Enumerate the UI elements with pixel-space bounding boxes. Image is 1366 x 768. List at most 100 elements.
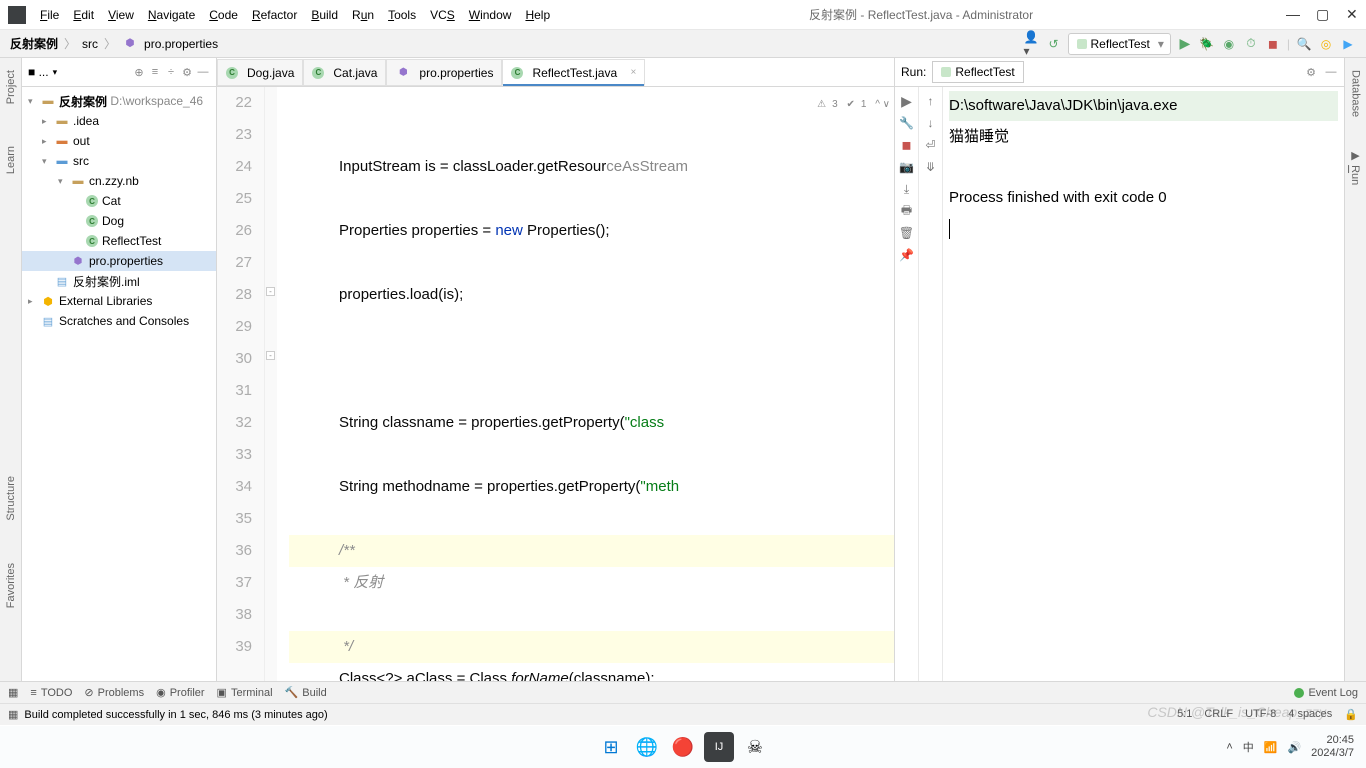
- run-side-tab[interactable]: ▶ Run: [1349, 143, 1362, 191]
- breadcrumb-folder[interactable]: src: [82, 37, 98, 51]
- ime-icon[interactable]: 中: [1243, 739, 1254, 755]
- favorites-tab[interactable]: Favorites: [5, 557, 17, 614]
- run-config-selector[interactable]: ReflectTest: [1068, 33, 1171, 55]
- fold-gutter[interactable]: - -: [265, 87, 277, 681]
- menu-run[interactable]: Run: [346, 6, 380, 24]
- stop-button[interactable]: ◼: [1265, 36, 1281, 52]
- database-tab[interactable]: Database: [1350, 64, 1362, 123]
- project-tab[interactable]: Project: [5, 64, 17, 110]
- breadcrumb[interactable]: 反射案例 〉 src 〉 ⬢ pro.properties: [0, 35, 218, 52]
- todo-tab[interactable]: ≡ TODO: [30, 687, 72, 699]
- tab-dog[interactable]: CDog.java: [217, 59, 303, 86]
- run-output[interactable]: D:\software\Java\JDK\bin\java.exe猫猫睡觉 Pr…: [943, 87, 1344, 681]
- up-icon[interactable]: ↑: [923, 93, 939, 109]
- user-icon[interactable]: 👤▾: [1024, 36, 1040, 52]
- close-tab-icon[interactable]: ×: [631, 67, 637, 78]
- game-icon[interactable]: ☠: [740, 732, 770, 762]
- menu-view[interactable]: View: [102, 6, 140, 24]
- tree-scratches[interactable]: ▤Scratches and Consoles: [22, 311, 216, 331]
- menu-build[interactable]: Build: [305, 6, 344, 24]
- rerun-icon[interactable]: ▶: [899, 93, 915, 109]
- windows-taskbar[interactable]: ⊞ 🌐 🔴 IJ ☠ ˄ 中 📶 🔊 20:452024/3/7: [0, 726, 1366, 768]
- tree-properties[interactable]: ⬢pro.properties: [22, 251, 216, 271]
- pin-icon[interactable]: 📌: [899, 247, 915, 263]
- editor-body[interactable]: 222324252627282930313233343536373839 - -…: [217, 87, 894, 681]
- sync-icon[interactable]: ↺: [1046, 36, 1062, 52]
- expand-icon[interactable]: ≡: [148, 65, 162, 79]
- menu-refactor[interactable]: Refactor: [246, 6, 303, 24]
- plugin-icon[interactable]: ◎: [1318, 36, 1334, 52]
- menu-file[interactable]: File: [34, 6, 65, 24]
- profiler-tab[interactable]: ◉ Profiler: [156, 686, 204, 699]
- collapse-icon[interactable]: ÷: [164, 65, 178, 79]
- breadcrumb-project[interactable]: 反射案例: [10, 35, 58, 52]
- clock[interactable]: 20:452024/3/7: [1311, 734, 1354, 760]
- start-icon[interactable]: ⊞: [596, 732, 626, 762]
- inspection-widget[interactable]: ⚠3 ✔1 ^ ∨: [817, 89, 890, 121]
- close-button[interactable]: ✕: [1346, 6, 1358, 23]
- project-view-selector[interactable]: ■ ...▾: [28, 65, 130, 79]
- hide-icon[interactable]: —: [1324, 65, 1338, 79]
- window-tabs-icon[interactable]: ▦: [8, 686, 18, 699]
- wifi-icon[interactable]: 📶: [1264, 741, 1278, 754]
- fold-marker[interactable]: -: [266, 351, 275, 360]
- tab-properties[interactable]: ⬢pro.properties: [386, 59, 502, 86]
- trash-icon[interactable]: 🗑: [899, 225, 915, 241]
- tree-src[interactable]: ▾▬src: [22, 151, 216, 171]
- print-icon[interactable]: 🖶: [899, 203, 915, 219]
- status-icon[interactable]: ▦: [8, 708, 18, 721]
- chrome-icon[interactable]: 🔴: [668, 732, 698, 762]
- camera-icon[interactable]: 📷: [899, 159, 915, 175]
- minimize-button[interactable]: —: [1286, 6, 1298, 23]
- export-icon[interactable]: ⤓: [899, 181, 915, 197]
- hide-icon[interactable]: —: [196, 65, 210, 79]
- down-icon[interactable]: ↓: [923, 115, 939, 131]
- run-tab[interactable]: ReflectTest: [932, 61, 1023, 83]
- tree-class-reflecttest[interactable]: CReflectTest: [22, 231, 216, 251]
- learn-tab[interactable]: Learn: [5, 140, 17, 180]
- tray-arrow-icon[interactable]: ˄: [1226, 741, 1232, 753]
- intellij-icon[interactable]: IJ: [704, 732, 734, 762]
- tree-root[interactable]: ▾▬反射案例 D:\workspace_46: [22, 91, 216, 111]
- wrench-icon[interactable]: 🔧: [899, 115, 915, 131]
- stop-icon[interactable]: ◼: [899, 137, 915, 153]
- tips-icon[interactable]: ▶: [1340, 36, 1356, 52]
- menu-window[interactable]: Window: [463, 6, 518, 24]
- menu-edit[interactable]: Edit: [67, 6, 100, 24]
- maximize-button[interactable]: ▢: [1316, 6, 1328, 23]
- event-log[interactable]: Event Log: [1294, 687, 1358, 699]
- lock-icon[interactable]: 🔒: [1344, 708, 1358, 721]
- menu-help[interactable]: Help: [519, 6, 556, 24]
- breadcrumb-file[interactable]: pro.properties: [144, 37, 218, 51]
- system-tray[interactable]: ˄ 中 📶 🔊 20:452024/3/7: [1226, 734, 1354, 760]
- coverage-button[interactable]: ◉: [1221, 36, 1237, 52]
- debug-button[interactable]: 🪲: [1199, 36, 1215, 52]
- tree-iml[interactable]: ▤反射案例.iml: [22, 271, 216, 291]
- tree-package[interactable]: ▾▬cn.zzy.nb: [22, 171, 216, 191]
- problems-tab[interactable]: ⊘ Problems: [84, 686, 144, 699]
- terminal-tab[interactable]: ▣ Terminal: [217, 686, 273, 699]
- menu-vcs[interactable]: VCS: [424, 6, 461, 24]
- structure-tab[interactable]: Structure: [5, 470, 17, 527]
- edge-icon[interactable]: 🌐: [632, 732, 662, 762]
- tab-reflecttest[interactable]: CReflectTest.java ×: [502, 59, 645, 86]
- build-tab[interactable]: 🔨 Build: [285, 686, 327, 699]
- gear-icon[interactable]: ⚙: [180, 65, 194, 79]
- sound-icon[interactable]: 🔊: [1287, 741, 1301, 754]
- tree-class-dog[interactable]: CDog: [22, 211, 216, 231]
- gear-icon[interactable]: ⚙: [1304, 65, 1318, 79]
- search-icon[interactable]: 🔍: [1296, 36, 1312, 52]
- tree-external[interactable]: ▸⬢External Libraries: [22, 291, 216, 311]
- tree-class-cat[interactable]: CCat: [22, 191, 216, 211]
- run-button[interactable]: ▶: [1177, 36, 1193, 52]
- tab-cat[interactable]: CCat.java: [303, 59, 386, 86]
- menu-code[interactable]: Code: [203, 6, 244, 24]
- profile-button[interactable]: ⏱: [1243, 36, 1259, 52]
- fold-marker[interactable]: -: [266, 287, 275, 296]
- tree-out[interactable]: ▸▬out: [22, 131, 216, 151]
- menu-navigate[interactable]: Navigate: [142, 6, 201, 24]
- wrap-icon[interactable]: ⏎: [923, 137, 939, 153]
- tree-idea[interactable]: ▸▬.idea: [22, 111, 216, 131]
- code-area[interactable]: ⚠3 ✔1 ^ ∨ InputStream is = classLoader.g…: [277, 87, 894, 681]
- project-tree[interactable]: ▾▬反射案例 D:\workspace_46 ▸▬.idea ▸▬out ▾▬s…: [22, 87, 216, 335]
